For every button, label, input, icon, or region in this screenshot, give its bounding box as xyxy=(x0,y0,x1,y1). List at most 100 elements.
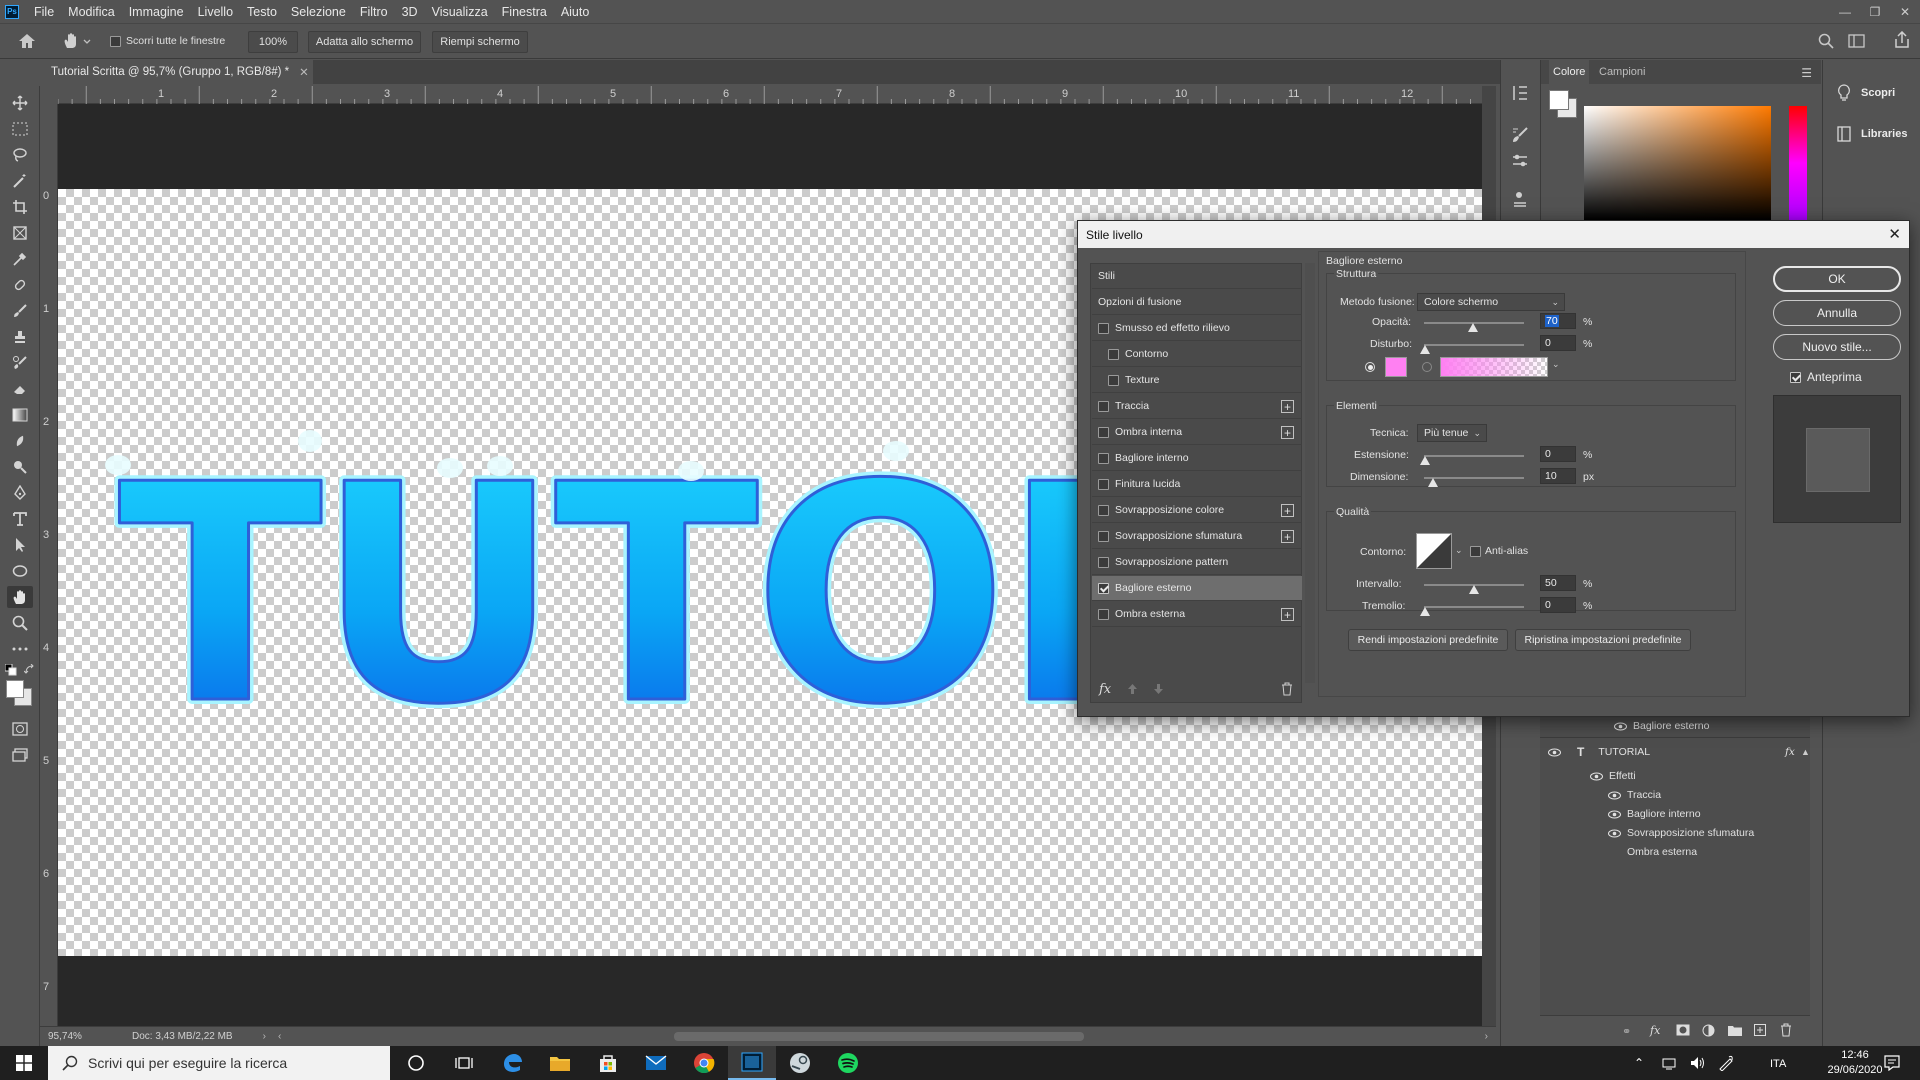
jitter-input[interactable]: 0 xyxy=(1540,597,1576,613)
scroll-left-icon[interactable]: ‹ xyxy=(278,1031,281,1042)
zoom-tool-icon[interactable] xyxy=(7,612,33,634)
brush-tool-icon[interactable] xyxy=(7,300,33,322)
move-effect-down-icon[interactable] xyxy=(1153,683,1164,695)
effect-row-sovrapposizione-sfumatura[interactable]: Sovrapposizione sfumatura xyxy=(1540,824,1810,842)
style-item[interactable]: Sovrapposizione sfumatura + xyxy=(1092,524,1302,549)
visibility-eye-icon[interactable] xyxy=(1548,748,1561,757)
style-item[interactable]: Texture xyxy=(1092,368,1302,393)
noise-slider[interactable] xyxy=(1424,344,1524,346)
glow-color-swatch[interactable] xyxy=(1385,357,1407,377)
healing-brush-icon[interactable] xyxy=(7,274,33,296)
style-item[interactable]: Sovrapposizione pattern xyxy=(1092,550,1302,575)
new-style-button[interactable]: Nuovo stile... xyxy=(1773,334,1901,360)
style-item-checkbox[interactable] xyxy=(1098,608,1109,620)
add-effect-instance-icon[interactable]: + xyxy=(1281,608,1294,621)
delete-effect-icon[interactable] xyxy=(1281,682,1293,696)
make-default-button[interactable]: Rendi impostazioni predefinite xyxy=(1348,629,1508,651)
foreground-color-swatch[interactable] xyxy=(6,680,24,698)
dodge-tool-icon[interactable] xyxy=(7,456,33,478)
taskbar-search-box[interactable]: Scrivi qui per eseguire la ricerca xyxy=(48,1046,390,1080)
spread-slider-thumb[interactable] xyxy=(1420,456,1430,465)
dialog-close-icon[interactable]: ✕ xyxy=(1888,225,1901,243)
reset-default-button[interactable]: Ripristina impostazioni predefinite xyxy=(1515,629,1691,651)
photoshop-logo-icon[interactable]: Ps xyxy=(5,4,19,19)
photoshop-taskbar-icon[interactable] xyxy=(728,1046,776,1080)
restore-icon[interactable]: ❐ xyxy=(1860,0,1890,23)
menu-modifica[interactable]: Modifica xyxy=(61,5,122,19)
size-slider-thumb[interactable] xyxy=(1428,478,1438,487)
menu-finestra[interactable]: Finestra xyxy=(495,5,554,19)
solid-color-radio[interactable] xyxy=(1365,362,1375,372)
jitter-slider[interactable] xyxy=(1424,606,1524,608)
style-item[interactable]: Smusso ed effetto rilievo xyxy=(1092,316,1302,341)
mail-icon[interactable] xyxy=(632,1046,680,1080)
size-input[interactable]: 10 xyxy=(1540,468,1576,484)
layer-effect-row[interactable]: Bagliore esterno xyxy=(1540,717,1810,735)
effects-group-row[interactable]: Effetti xyxy=(1540,767,1810,785)
style-item-checkbox[interactable] xyxy=(1108,374,1119,386)
noise-slider-thumb[interactable] xyxy=(1420,345,1430,354)
default-colors-icon[interactable] xyxy=(5,664,17,676)
marquee-tool-icon[interactable] xyxy=(7,118,33,140)
chrome-icon[interactable] xyxy=(680,1046,728,1080)
menu-livello[interactable]: Livello xyxy=(191,5,240,19)
color-field[interactable] xyxy=(1584,106,1771,220)
more-tools-icon[interactable] xyxy=(7,638,33,660)
move-tool-icon[interactable] xyxy=(7,92,33,114)
style-item-checkbox[interactable] xyxy=(1098,478,1109,490)
frame-tool-icon[interactable] xyxy=(7,222,33,244)
history-brush-icon[interactable] xyxy=(7,352,33,374)
link-layers-icon[interactable]: ⚭ xyxy=(1622,1025,1631,1038)
tab-campioni[interactable]: Campioni xyxy=(1595,60,1649,84)
menu-testo[interactable]: Testo xyxy=(240,5,284,19)
jitter-slider-thumb[interactable] xyxy=(1420,607,1430,616)
scroll-right-icon[interactable]: › xyxy=(1485,1031,1488,1042)
layer-row-tutorial[interactable]: T TUTORIAL fx ▲ xyxy=(1540,740,1810,764)
add-effect-instance-icon[interactable]: + xyxy=(1281,426,1294,439)
effect-row-traccia[interactable]: Traccia xyxy=(1540,786,1810,804)
spread-input[interactable]: 0 xyxy=(1540,446,1576,462)
menu-file[interactable]: File xyxy=(27,5,61,19)
horizontal-scrollbar-thumb[interactable] xyxy=(674,1032,1084,1041)
gradient-tool-icon[interactable] xyxy=(7,404,33,426)
style-item-checkbox[interactable] xyxy=(1098,556,1109,568)
style-item[interactable]: Sovrapposizione colore + xyxy=(1092,498,1302,523)
style-item[interactable]: Finitura lucida xyxy=(1092,472,1302,497)
antialias-checkbox[interactable] xyxy=(1470,545,1481,557)
document-tab[interactable]: Tutorial Scritta @ 95,7% (Gruppo 1, RGB/… xyxy=(43,60,313,84)
move-effect-up-icon[interactable] xyxy=(1127,683,1138,695)
blur-tool-icon[interactable] xyxy=(7,430,33,452)
libraries-button[interactable]: Libraries xyxy=(1837,126,1907,142)
style-item-checkbox[interactable] xyxy=(1098,530,1109,542)
style-item-checkbox[interactable] xyxy=(1098,400,1109,412)
add-style-icon[interactable]: fx xyxy=(1650,1024,1660,1037)
scroll-all-checkbox[interactable] xyxy=(110,35,121,47)
visibility-eye-icon[interactable] xyxy=(1608,829,1621,838)
windows-start-icon[interactable] xyxy=(0,1046,48,1080)
panel-menu-icon[interactable]: ☰ xyxy=(1801,66,1812,80)
network-icon[interactable] xyxy=(1662,1057,1678,1071)
close-icon[interactable]: ✕ xyxy=(1890,0,1920,23)
style-item[interactable]: Ombra interna + xyxy=(1092,420,1302,445)
menu-visualizza[interactable]: Visualizza xyxy=(425,5,495,19)
brushes-panel-icon[interactable] xyxy=(1511,126,1529,144)
opacity-slider-thumb[interactable] xyxy=(1468,323,1478,332)
edge-browser-icon[interactable] xyxy=(488,1046,536,1080)
discover-button[interactable]: Scopri xyxy=(1837,84,1895,102)
hand-tool-icon[interactable] xyxy=(7,586,33,608)
quick-mask-icon[interactable] xyxy=(7,718,33,740)
glow-gradient-picker[interactable] xyxy=(1440,357,1548,377)
delete-layer-icon[interactable] xyxy=(1780,1023,1792,1037)
effect-row-bagliore-interno[interactable]: Bagliore interno xyxy=(1540,805,1810,823)
contour-dropdown-icon[interactable]: ⌄ xyxy=(1455,545,1463,556)
crop-tool-icon[interactable] xyxy=(7,196,33,218)
antialias-toggle[interactable]: Anti-alias xyxy=(1470,545,1528,557)
hue-slider[interactable] xyxy=(1789,106,1807,220)
tab-colore[interactable]: Colore xyxy=(1549,60,1590,84)
search-icon[interactable] xyxy=(1818,33,1834,49)
collapse-effects-icon[interactable]: ▲ xyxy=(1801,747,1810,757)
share-icon[interactable] xyxy=(1893,31,1911,49)
blend-mode-select[interactable]: Colore schermo ⌄ xyxy=(1417,293,1565,311)
menu-3d[interactable]: 3D xyxy=(395,5,425,19)
fill-screen-button[interactable]: Riempi schermo xyxy=(432,31,528,53)
